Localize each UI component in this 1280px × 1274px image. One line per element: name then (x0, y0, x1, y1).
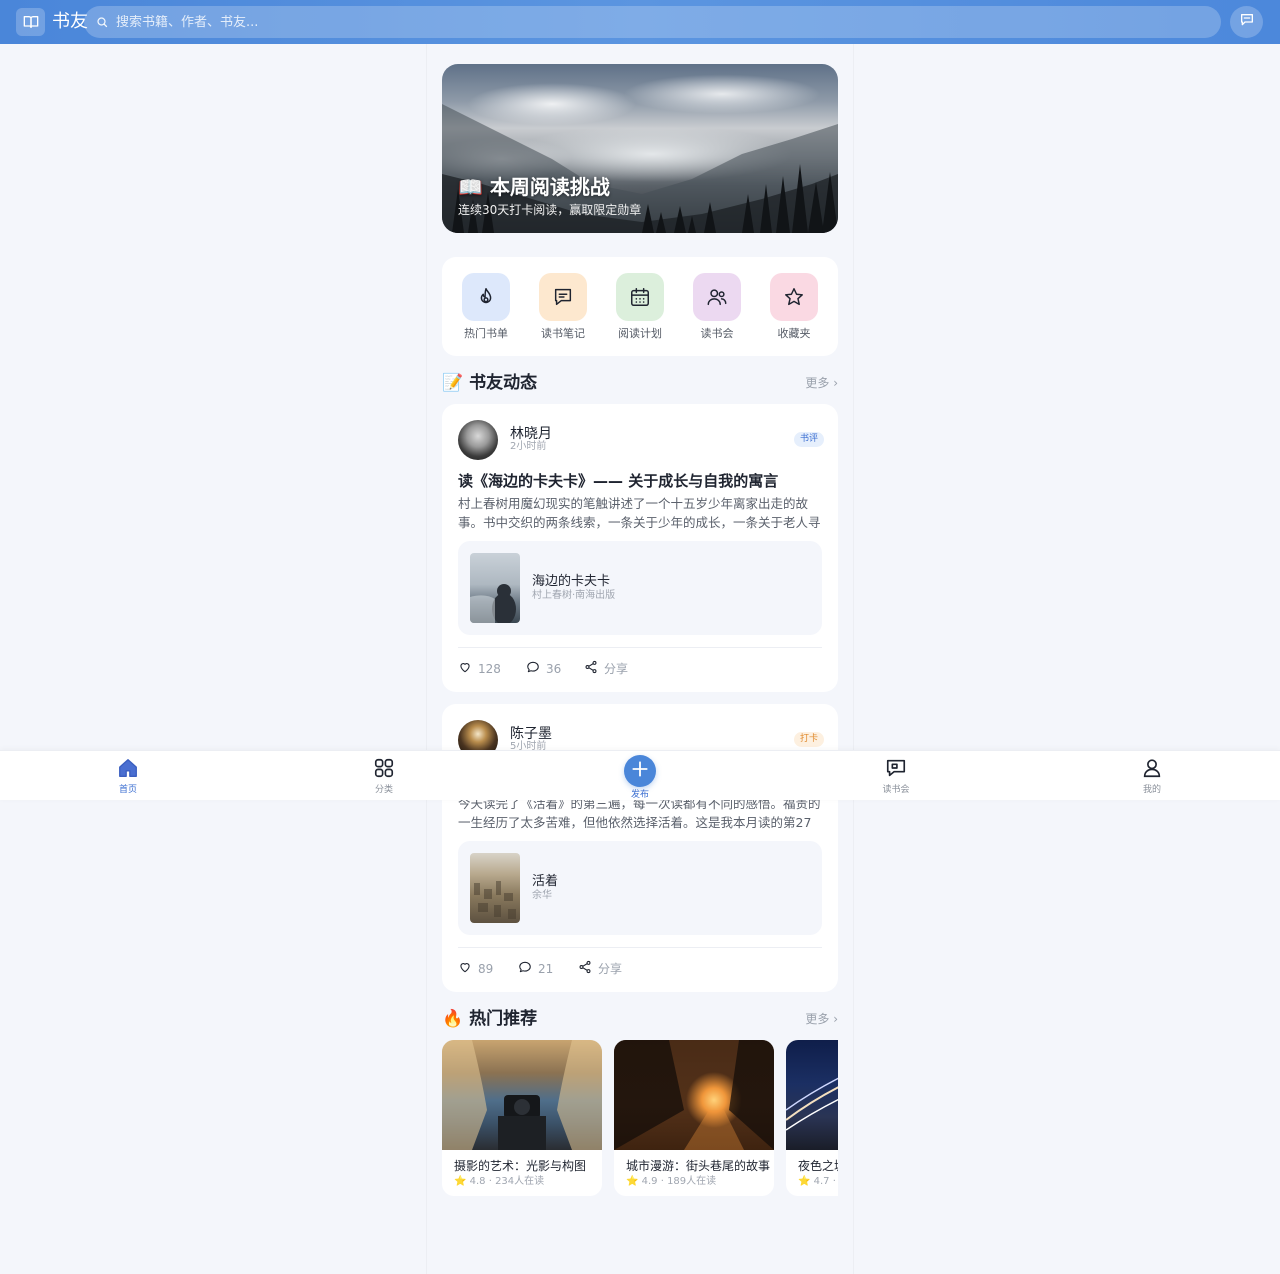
avatar[interactable] (458, 420, 498, 460)
book-image (442, 1040, 602, 1150)
popular-book-meta: ⭐ 4.8 · 234人在读 (454, 1176, 545, 1187)
book-image (614, 1040, 774, 1150)
share-label: 分享 (604, 662, 629, 676)
users-icon (693, 273, 741, 321)
quick-action-label: 读书会 (700, 327, 734, 340)
book-author: 村上春树·南海出版 (532, 590, 616, 601)
nav-label: 首页 (118, 785, 137, 795)
book-cover (470, 853, 520, 923)
popular-books-row[interactable]: 摄影的艺术：光影与构图 ⭐ 4.8 · 234人在读 城市漫游：街头巷尾的故事 … (442, 1040, 838, 1196)
post-time: 2小时前 (510, 441, 547, 452)
flame-icon (462, 273, 510, 321)
nav-item-profile[interactable]: 我的 (1112, 757, 1192, 796)
hero-subtitle: 连续30天打卡阅读，赢取限定勋章 (458, 203, 642, 217)
comment-icon (539, 273, 587, 321)
comment-button[interactable]: 21 (518, 960, 553, 978)
quick-actions: 热门书单 读书笔记 阅读计划 读书会 收藏夹 (442, 257, 838, 356)
book-cover (470, 553, 520, 623)
quick-action-label: 阅读计划 (618, 327, 662, 340)
linked-book[interactable]: 海边的卡夫卡 村上春树·南海出版 (458, 541, 822, 635)
post-card[interactable]: 林晓月 2小时前 书评 读《海边的卡夫卡》—— 关于成长与自我的寓言 村上春树用… (442, 404, 838, 692)
top-bar: 书友 (0, 0, 1280, 44)
divider (458, 647, 822, 648)
share-icon (578, 960, 598, 978)
chat-icon (885, 759, 907, 783)
feed-section-title: 📝 书友动态 (442, 373, 538, 393)
like-button[interactable]: 128 (458, 660, 501, 678)
message-icon (1239, 12, 1255, 32)
popular-book-card[interactable]: 摄影的艺术：光影与构图 ⭐ 4.8 · 234人在读 (442, 1040, 602, 1196)
heart-icon (458, 960, 478, 978)
comment-icon (526, 660, 546, 678)
popular-book-card[interactable]: 夜色之城：光的轨迹 ⭐ 4.7 · 156人在读 (786, 1040, 838, 1196)
popular-book-card[interactable]: 城市漫游：街头巷尾的故事 ⭐ 4.9 · 189人在读 (614, 1040, 774, 1196)
post-body: 村上春树用魔幻现实的笔触讲述了一个十五岁少年离家出走的故事。书中交织的两条线索，… (458, 496, 821, 530)
publish-button[interactable] (624, 755, 656, 787)
like-count: 89 (478, 962, 494, 976)
plus-icon (630, 759, 650, 783)
nav-label: 读书会 (882, 785, 910, 795)
book-title: 活着 (532, 874, 559, 889)
book-author: 余华 (532, 890, 552, 901)
quick-action-notes[interactable]: 读书笔记 (533, 273, 593, 341)
divider (458, 947, 822, 948)
hero-banner[interactable]: 📖 本周阅读挑战 连续30天打卡阅读，赢取限定勋章 (442, 64, 838, 233)
message-button[interactable] (1230, 6, 1263, 38)
share-icon (584, 660, 604, 678)
like-button[interactable]: 89 (458, 960, 493, 978)
post-tag: 打卡 (794, 732, 825, 747)
post-card[interactable]: 陈子墨 5小时前 打卡 今天读完了《活着》的第三遍，每一次读都有不同的感悟。福贵… (442, 704, 838, 992)
like-count: 128 (478, 662, 501, 676)
search-icon (96, 13, 108, 32)
post-title[interactable]: 读《海边的卡夫卡》—— 关于成长与自我的寓言 (458, 470, 778, 492)
heart-icon (458, 660, 478, 678)
quick-action-label: 收藏夹 (777, 327, 811, 340)
share-label: 分享 (598, 962, 623, 976)
search-input[interactable] (116, 14, 1221, 30)
popular-book-title: 城市漫游：街头巷尾的故事 (626, 1159, 771, 1173)
comment-icon (518, 960, 538, 978)
quick-action-favorites[interactable]: 收藏夹 (764, 273, 824, 341)
comment-count: 36 (546, 662, 562, 676)
book-icon[interactable] (16, 8, 45, 36)
hero-title: 📖 本周阅读挑战 (458, 175, 610, 199)
book-title: 海边的卡夫卡 (532, 574, 611, 589)
comment-button[interactable]: 36 (526, 660, 561, 678)
feed-more-link[interactable]: 更多 › (800, 375, 838, 391)
nav-item-categories[interactable]: 分类 (344, 757, 424, 796)
quick-action-label: 读书笔记 (541, 327, 585, 340)
comment-count: 21 (538, 962, 554, 976)
popular-book-meta: ⭐ 4.9 · 189人在读 (626, 1176, 717, 1187)
home-icon (117, 759, 139, 783)
nav-item-home[interactable]: 首页 (88, 757, 168, 796)
popular-book-title: 夜色之城：光的轨迹 (798, 1159, 838, 1173)
nav-item-book-club[interactable]: 读书会 (856, 757, 936, 796)
calendar-icon (616, 273, 664, 321)
popular-book-title: 摄影的艺术：光影与构图 (454, 1159, 587, 1173)
star-icon (770, 273, 818, 321)
quick-action-label: 热门书单 (464, 327, 508, 340)
user-icon (1141, 759, 1163, 783)
nav-label: 发布 (630, 790, 649, 800)
quick-action-hot-lists[interactable]: 热门书单 (456, 273, 516, 341)
share-button[interactable]: 分享 (584, 660, 628, 678)
search-bar[interactable] (84, 6, 1221, 38)
quick-action-book-club[interactable]: 读书会 (687, 273, 747, 341)
linked-book[interactable]: 活着 余华 (458, 841, 822, 935)
book-image (786, 1040, 838, 1150)
nav-label: 我的 (1142, 785, 1161, 795)
app-logo-text[interactable]: 书友 (52, 11, 88, 33)
bottom-navigation: 首页 分类 发布 读书会 我的 (0, 750, 1280, 800)
grid-icon (373, 758, 395, 783)
post-tag: 书评 (794, 432, 825, 447)
popular-book-meta: ⭐ 4.7 · 156人在读 (798, 1176, 838, 1187)
popular-section-title: 🔥 热门推荐 (442, 1009, 538, 1029)
quick-action-reading-plan[interactable]: 阅读计划 (610, 273, 670, 341)
nav-label: 分类 (374, 785, 393, 795)
popular-more-link[interactable]: 更多 › (800, 1011, 838, 1027)
share-button[interactable]: 分享 (578, 960, 622, 978)
